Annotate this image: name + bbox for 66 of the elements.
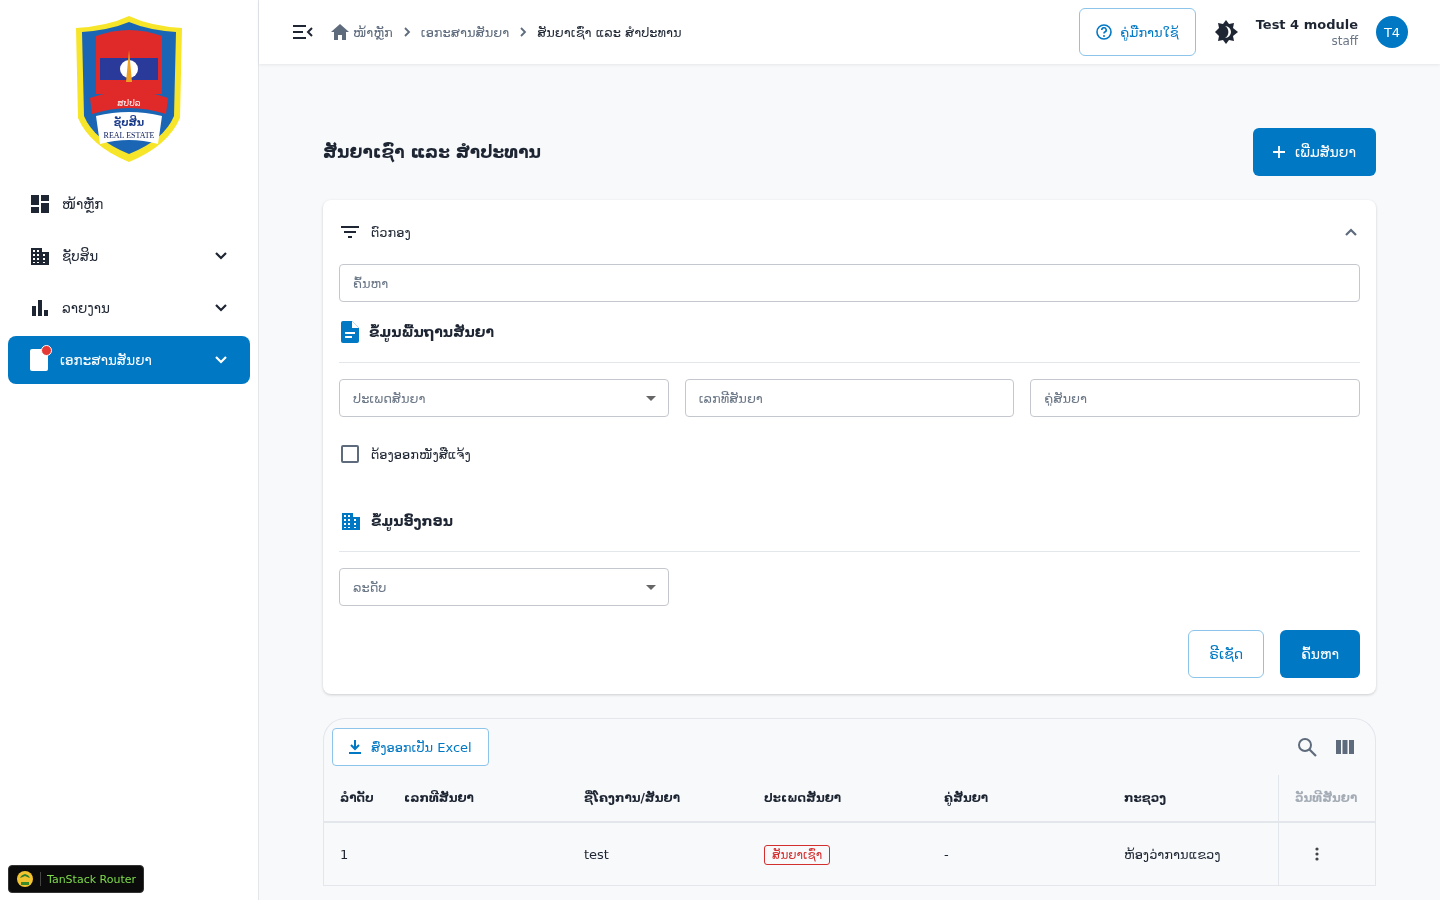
chevron-right-icon [402,26,411,38]
search-icon[interactable] [1297,737,1317,757]
building-icon [30,246,50,266]
search-button[interactable]: ຄົ້ນຫາ [1280,630,1360,678]
reset-button[interactable]: ຣີເຊັດ [1188,630,1265,678]
sidebar-item[interactable]: ເອກະສານສັນຍາ [8,336,250,384]
sidebar-label: ເອກະສານສັນຍາ [60,352,153,368]
table-cell: 1 [340,846,349,862]
page-title: ສັນຍາເຊົ່າ ແລະ ສຳປະທານ [323,142,541,162]
checkbox[interactable] [341,445,359,463]
theme-toggle-icon[interactable] [1213,20,1238,44]
manual-button[interactable]: ຄູ່ມືການໃຊ້ [1079,8,1196,56]
sidebar-label: ຊັບສິນ [62,248,100,264]
sidebar-item[interactable]: ຊັບສິນ [8,232,250,280]
dropdown-icon [645,396,656,401]
chevron-right-icon [519,26,528,38]
chevron-down-icon[interactable] [214,251,228,261]
filter-title: ຕົວກອງ [371,224,412,240]
sidebar-item[interactable]: ລາຍງານ [8,284,250,332]
breadcrumb-link[interactable]: ເອກະສານສັນຍາ [420,24,510,40]
checkbox-label: ຕ້ອງອອກໜັງສືແຈ້ງ [371,446,471,462]
plus-icon [1273,146,1286,158]
emblem-text: ສປປລ [117,98,141,108]
input-field[interactable]: ເລກທີສັນຍາ [684,379,1015,417]
dashboard-icon [30,194,50,214]
table-cell: test [584,846,609,862]
download-icon [349,740,361,754]
sidebar-item[interactable]: ໜ້າຫຼັກ [8,180,250,228]
user-name: Test 4 module [1255,16,1358,32]
section-title: ຂໍ້ມູນພື້ນຖານສັນຍາ [369,324,494,340]
user-role: staff [1331,33,1358,48]
select-field[interactable]: ລະດັບ [339,568,669,606]
column-header[interactable]: ກະຊວງ [1124,791,1167,805]
sidebar-label: ໜ້າຫຼັກ [62,196,105,212]
chevron-down-icon[interactable] [214,303,228,313]
building-icon [341,511,361,531]
devtools-button[interactable]: TanStack Router [8,865,144,893]
home-icon [331,24,349,40]
emblem-text: ຊັບສິນ [113,117,145,128]
export-button[interactable]: ສົ່ງອອກເປັນ Excel [332,728,489,766]
contract-type-tag: ສັນຍາເຊົ່າ [764,844,831,865]
document-icon [341,321,359,343]
help-icon [1096,24,1113,40]
table-cell: ຫ້ອງວ່າການແຂວງ [1124,846,1221,862]
filter-icon [341,226,359,238]
more-icon[interactable] [1315,847,1319,861]
breadcrumb-link[interactable]: ໜ້າຫຼັກ [353,24,393,40]
dropdown-icon [645,585,656,590]
sidebar-label: ລາຍງານ [62,300,111,316]
table-cell: - [944,846,949,862]
column-header[interactable]: ລຳດັບ [340,791,374,805]
column-header[interactable]: ຊື່ໂຄງການ/ສັນຍາ [584,791,680,805]
chevron-up-icon[interactable] [1344,227,1358,237]
column-header[interactable]: ປະເພດສັນຍາ [764,791,842,805]
add-contract-button[interactable]: ເພີ່ມສັນຍາ [1253,128,1376,176]
select-field[interactable]: ປະເພດສັນຍາ [339,379,669,417]
section-title: ຂໍ້ມູນອົງກອນ [371,513,453,529]
column-header[interactable]: ຄູ່ສັນຍາ [944,791,989,805]
column-header[interactable]: ເລກທີສັນຍາ [404,791,474,805]
emblem-text: REAL ESTATE [103,131,155,140]
bar-chart-icon [30,298,50,318]
document-icon [30,349,48,371]
search-field[interactable]: ຄົ້ນຫາ [339,264,1360,302]
columns-icon[interactable] [1335,739,1355,755]
user-avatar[interactable]: T4 [1376,16,1408,48]
menu-collapse-icon[interactable] [293,25,313,39]
